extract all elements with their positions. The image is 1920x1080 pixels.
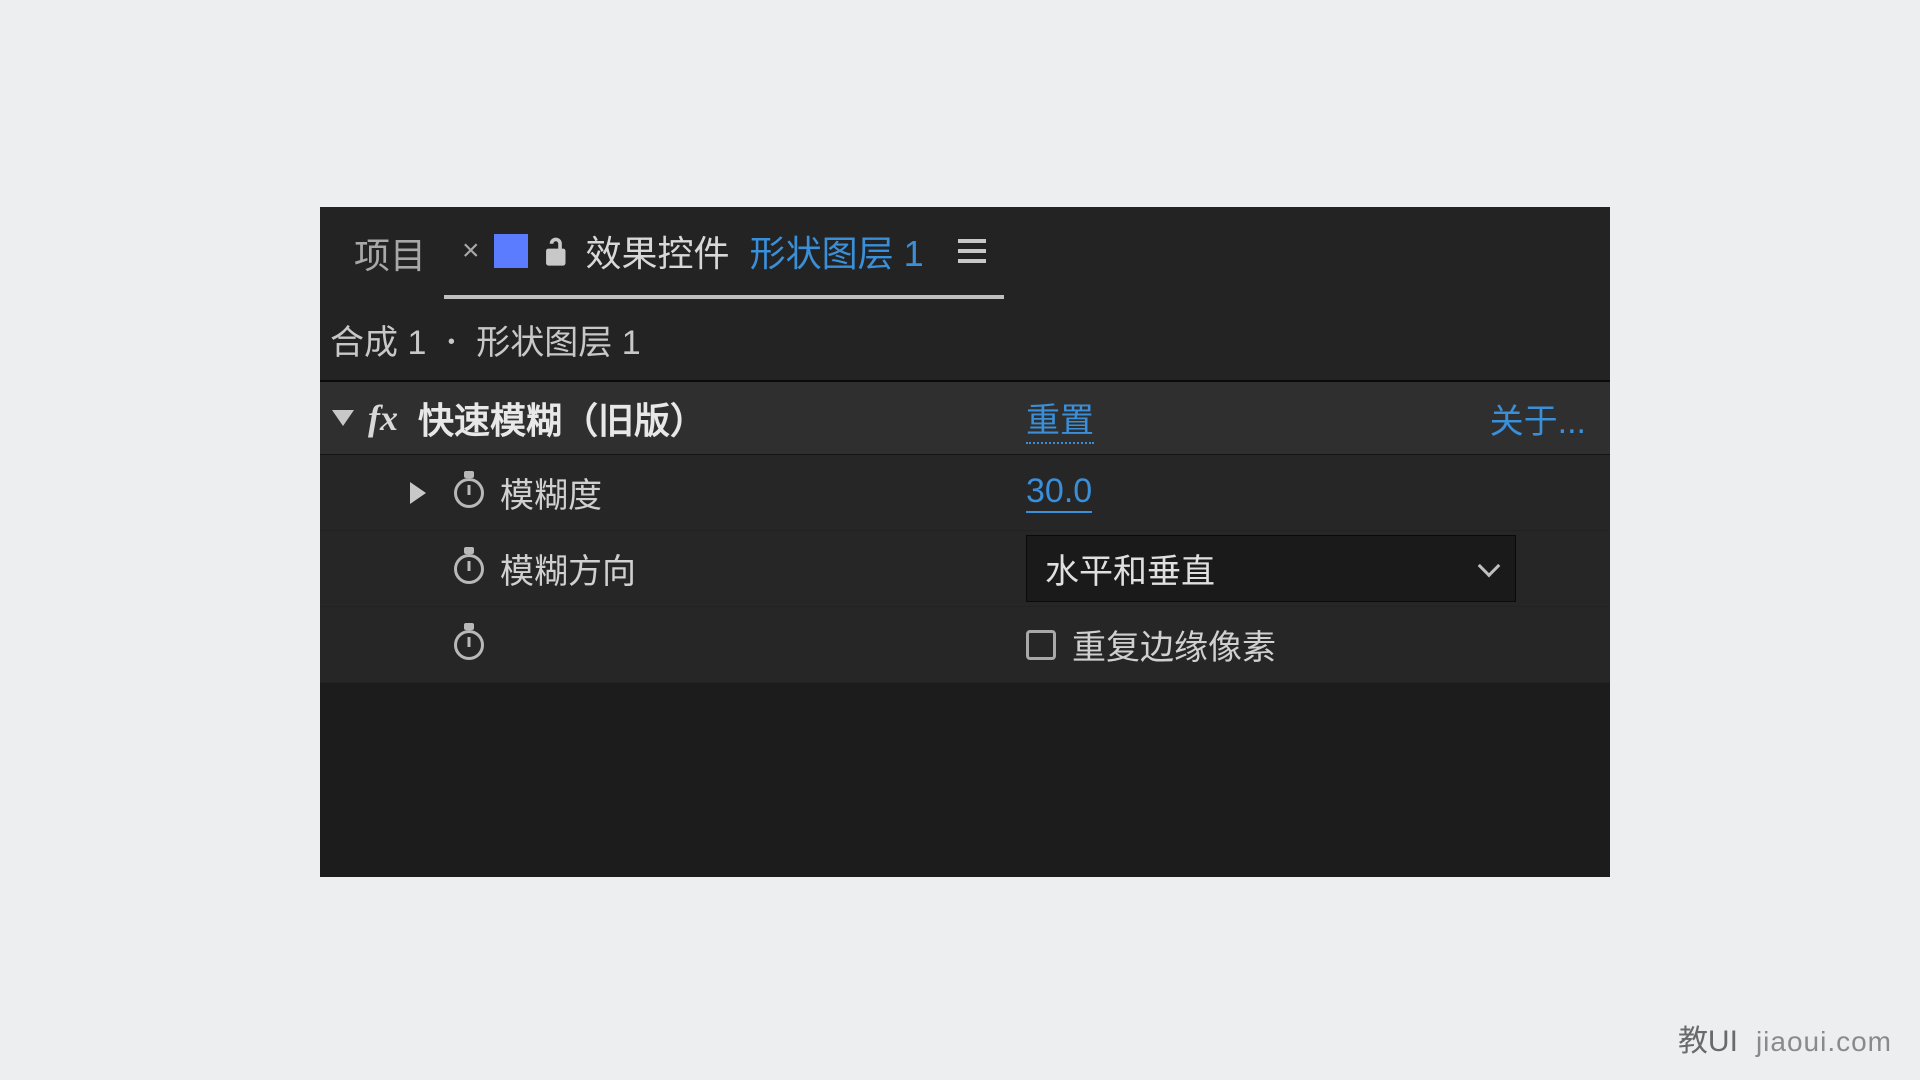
breadcrumb-layer[interactable]: 形状图层 1 <box>476 324 640 362</box>
prop-repeat-edge-label: 重复边缘像素 <box>1072 620 1276 669</box>
chevron-down-icon <box>1478 554 1501 577</box>
tab-project[interactable]: 项目 <box>336 207 444 299</box>
layer-color-chip <box>494 234 528 268</box>
about-link[interactable]: 关于... <box>1490 394 1586 443</box>
breadcrumb-comp[interactable]: 合成 1 <box>330 324 426 362</box>
effect-controls-panel: 项目 × 效果控件 形状图层 1 合成 1 • 形状图层 1 fx 快速模糊（旧… <box>320 207 1610 877</box>
panel-tab-bar: 项目 × 效果控件 形状图层 1 <box>320 207 1610 299</box>
expand-triangle-icon[interactable] <box>410 482 426 504</box>
collapse-triangle-icon[interactable] <box>332 410 354 426</box>
prop-row-blurriness: 模糊度 30.0 <box>320 455 1610 531</box>
watermark-cn: 教UI <box>1678 1016 1738 1060</box>
tab-project-label: 项目 <box>354 227 426 279</box>
prop-row-direction: 模糊方向 水平和垂直 <box>320 531 1610 607</box>
watermark: 教UI jiaoui.com <box>1678 1016 1892 1060</box>
effect-name: 快速模糊（旧版） <box>418 392 706 444</box>
prop-blurriness-value[interactable]: 30.0 <box>1026 472 1092 513</box>
effect-header[interactable]: fx 快速模糊（旧版） 重置 关于... <box>320 382 1610 455</box>
prop-direction-label: 模糊方向 <box>500 544 636 593</box>
prop-blurriness-label: 模糊度 <box>500 468 602 517</box>
panel-menu-icon[interactable] <box>958 239 986 263</box>
direction-dropdown[interactable]: 水平和垂直 <box>1026 535 1516 602</box>
stopwatch-icon[interactable] <box>454 554 484 584</box>
reset-link[interactable]: 重置 <box>1026 393 1094 444</box>
stopwatch-icon[interactable] <box>454 630 484 660</box>
stopwatch-icon[interactable] <box>454 478 484 508</box>
unlock-icon[interactable] <box>542 234 572 268</box>
tab-layer-name: 形状图层 1 <box>750 225 924 277</box>
tab-effect-controls[interactable]: × 效果控件 形状图层 1 <box>444 207 1004 299</box>
direction-dropdown-value: 水平和垂直 <box>1045 544 1215 593</box>
tab-title: 效果控件 <box>586 225 730 277</box>
breadcrumb: 合成 1 • 形状图层 1 <box>320 299 1610 382</box>
fx-icon[interactable]: fx <box>368 397 398 439</box>
repeat-edge-checkbox[interactable] <box>1026 630 1056 660</box>
close-icon[interactable]: × <box>462 234 480 268</box>
watermark-en: jiaoui.com <box>1756 1026 1892 1058</box>
prop-row-repeat-edge: 重复边缘像素 <box>320 607 1610 683</box>
